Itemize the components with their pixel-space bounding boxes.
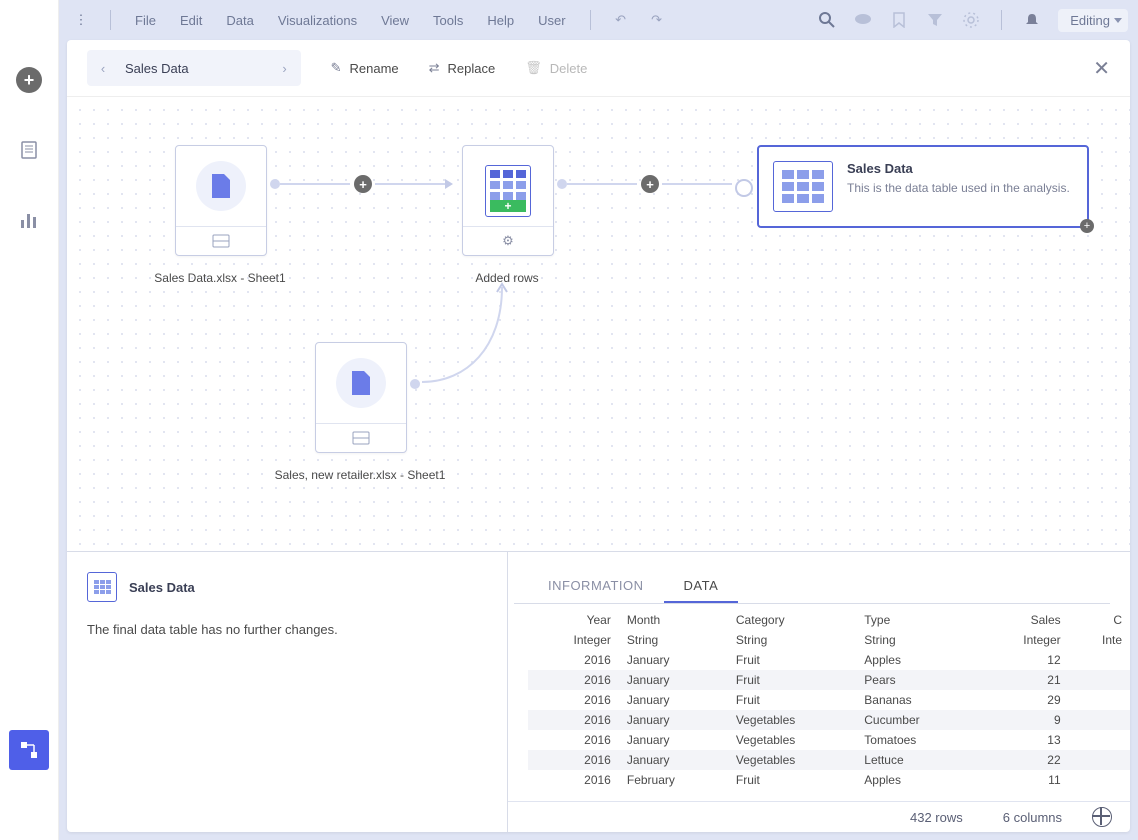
drawer-icon	[352, 431, 370, 445]
globe-icon[interactable]	[1092, 807, 1112, 827]
sidebar-canvas[interactable]	[9, 730, 49, 770]
node-source-1-label: Sales Data.xlsx - Sheet1	[120, 271, 320, 285]
panel-tabs: INFORMATION DATA	[508, 570, 1130, 603]
redo-icon[interactable]: ↷	[645, 8, 669, 32]
tab-data[interactable]: DATA	[664, 570, 739, 603]
col-count: 6 columns	[1003, 810, 1062, 825]
bars-icon	[19, 210, 39, 230]
menu-view[interactable]: View	[381, 13, 409, 28]
node-target-desc: This is the data table used in the analy…	[847, 180, 1070, 197]
menu-visualizations[interactable]: Visualizations	[278, 13, 357, 28]
flow-icon	[19, 740, 39, 760]
bell-icon[interactable]	[1020, 8, 1044, 32]
menu-file[interactable]: File	[135, 13, 156, 28]
menu-user[interactable]: User	[538, 13, 565, 28]
rename-button[interactable]: ✎Rename	[331, 60, 399, 76]
col-header[interactable]: Year	[528, 610, 619, 630]
gear-icon[interactable]	[959, 8, 983, 32]
file-icon	[350, 369, 372, 397]
file-icon	[210, 172, 232, 200]
document-icon	[19, 140, 39, 160]
menu-tools[interactable]: Tools	[433, 13, 463, 28]
breadcrumb-prev[interactable]: ‹	[87, 50, 119, 86]
table-row[interactable]: 2016JanuaryVegetablesTomatoes13	[528, 730, 1130, 750]
pencil-icon: ✎	[331, 60, 342, 76]
add-rows-icon: +	[490, 200, 526, 212]
connector-curve	[417, 257, 517, 397]
sidebar-pages[interactable]	[9, 130, 49, 170]
menu-edit[interactable]: Edit	[180, 13, 202, 28]
plus-icon: +	[16, 67, 42, 93]
panel-info: Sales Data The final data table has no f…	[67, 552, 508, 832]
data-canvas[interactable]: Sales Data.xlsx - Sheet1 Sales, new reta…	[67, 97, 1130, 551]
swap-icon: ⇄	[429, 60, 440, 76]
data-table: YearMonthCategoryTypeSalesC IntegerStrin…	[528, 610, 1130, 790]
table-icon	[782, 170, 824, 203]
node-source-2-label: Sales, new retailer.xlsx - Sheet1	[260, 468, 460, 482]
left-sidebar: +	[0, 0, 59, 840]
node-target-title: Sales Data	[847, 161, 1070, 176]
close-button[interactable]: ✕	[1093, 56, 1110, 81]
add-node-2[interactable]: +	[641, 175, 659, 193]
table-row[interactable]: 2016JanuaryFruitApples12	[528, 650, 1130, 670]
table-row[interactable]: 2016JanuaryVegetablesLettuce22	[528, 750, 1130, 770]
add-step-handle[interactable]: +	[1080, 219, 1094, 233]
node-transform[interactable]: + ⚙	[462, 145, 554, 256]
col-header[interactable]: Type	[856, 610, 978, 630]
tab-information[interactable]: INFORMATION	[528, 570, 664, 603]
status-bar: 432 rows 6 columns	[508, 801, 1130, 832]
breadcrumb-next[interactable]: ›	[269, 50, 301, 86]
panel-note: The final data table has no further chan…	[87, 622, 487, 637]
menu-more[interactable]: ⋮	[69, 12, 93, 28]
menu-help[interactable]: Help	[487, 13, 514, 28]
col-header[interactable]: Category	[728, 610, 856, 630]
breadcrumb-title: Sales Data	[119, 61, 269, 76]
col-header[interactable]: Month	[619, 610, 728, 630]
col-header[interactable]: C	[1069, 610, 1130, 630]
bookmark-icon[interactable]	[887, 8, 911, 32]
search-icon[interactable]	[815, 8, 839, 32]
col-header[interactable]: Sales	[978, 610, 1069, 630]
row-count: 432 rows	[910, 810, 963, 825]
table-icon	[490, 170, 526, 200]
node-source-1[interactable]	[175, 145, 267, 256]
node-source-2[interactable]	[315, 342, 407, 453]
delete-button[interactable]: 🗑Delete	[525, 60, 587, 76]
table-row[interactable]: 2016JanuaryFruitBananas29	[528, 690, 1130, 710]
mode-select[interactable]: Editing	[1058, 9, 1128, 32]
node-target[interactable]: Sales Data This is the data table used i…	[757, 145, 1089, 228]
panel-title: Sales Data	[129, 580, 195, 595]
toolbar: ‹ Sales Data › ✎Rename ⇄Replace 🗑Delete …	[67, 40, 1130, 97]
add-node-1[interactable]: +	[354, 175, 372, 193]
comment-icon[interactable]	[851, 8, 875, 32]
table-row[interactable]: 2016FebruaryFruitApples11	[528, 770, 1130, 790]
drawer-icon	[212, 234, 230, 248]
trash-icon: 🗑	[525, 60, 542, 76]
menubar: ⋮ File Edit Data Visualizations View Too…	[59, 0, 1138, 40]
table-row[interactable]: 2016JanuaryFruitPears21	[528, 670, 1130, 690]
table-row[interactable]: 2016JanuaryVegetablesCucumber9	[528, 710, 1130, 730]
replace-button[interactable]: ⇄Replace	[429, 60, 496, 76]
menu-data[interactable]: Data	[226, 13, 253, 28]
filter-icon[interactable]	[923, 8, 947, 32]
table-icon	[87, 572, 117, 602]
breadcrumb: ‹ Sales Data ›	[87, 50, 301, 86]
sidebar-add[interactable]: +	[9, 60, 49, 100]
gear-icon: ⚙	[502, 233, 514, 249]
sidebar-analytics[interactable]	[9, 200, 49, 240]
undo-icon[interactable]: ↶	[609, 8, 633, 32]
bottom-panel: Sales Data The final data table has no f…	[67, 551, 1130, 832]
